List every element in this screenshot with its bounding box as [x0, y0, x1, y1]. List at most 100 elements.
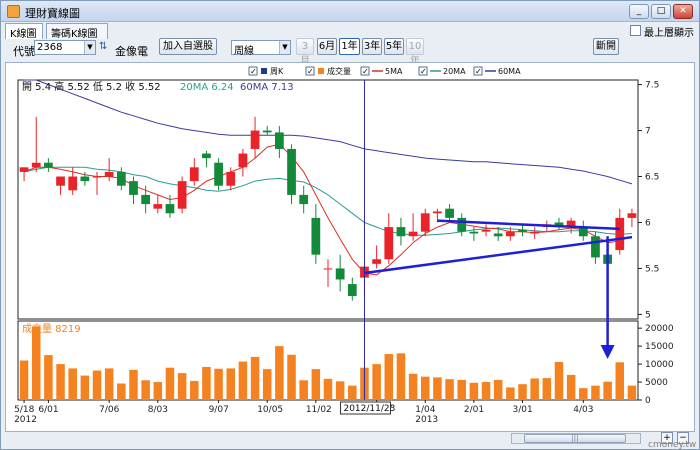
legend-swatch-周K: [261, 68, 267, 74]
period-combo[interactable]: 周線 ▼: [231, 40, 291, 57]
volume-bar: [117, 383, 126, 400]
volume-bar: [603, 381, 612, 400]
legend-check-icon: ✓: [420, 67, 427, 76]
scrollbar-thumb[interactable]: |||: [524, 434, 626, 443]
volume-bar: [190, 380, 199, 400]
candle-body[interactable]: [141, 194, 151, 205]
candle-body[interactable]: [347, 284, 357, 297]
price-tick-label: 7.5: [645, 81, 659, 91]
candle-body[interactable]: [104, 171, 114, 177]
volume-bar: [335, 381, 345, 400]
legend-check-icon: ✓: [307, 67, 314, 76]
candle-body[interactable]: [238, 153, 248, 168]
candle-body[interactable]: [274, 132, 284, 149]
volume-bar: [445, 379, 454, 400]
candle-body[interactable]: [165, 204, 175, 214]
topmost-label: 最上層顯示: [644, 28, 694, 39]
x-tick-label: 1/04: [415, 405, 435, 415]
candle-body[interactable]: [420, 213, 430, 232]
candle-body[interactable]: [214, 162, 223, 186]
volume-tick-label: 10000: [645, 360, 674, 370]
range-button-5年[interactable]: 5年: [384, 38, 404, 55]
candle-body[interactable]: [153, 204, 163, 209]
range-button-1年[interactable]: 1年: [339, 38, 360, 55]
candle-body[interactable]: [226, 171, 236, 186]
candle-body[interactable]: [469, 231, 479, 234]
link-toggle-button[interactable]: 斷開: [593, 38, 619, 55]
candle-body[interactable]: [323, 268, 333, 270]
candle-body[interactable]: [445, 208, 454, 218]
volume-readout: 成交量 8219: [22, 322, 81, 335]
candle-body[interactable]: [19, 167, 29, 172]
candle-body[interactable]: [56, 176, 65, 186]
volume-bar: [226, 368, 235, 400]
title-bar: 理財寶線圖 _ □ ✕: [1, 1, 699, 22]
tab-chip-kline[interactable]: 籌碼K線圖: [46, 23, 108, 40]
candle-body[interactable]: [299, 194, 309, 205]
window-title: 理財寶線圖: [25, 7, 80, 20]
candle-body[interactable]: [408, 231, 418, 237]
x-year-label: 2012: [14, 415, 37, 425]
candle-body[interactable]: [31, 162, 41, 168]
watermark: cmoney.tw: [648, 440, 697, 450]
add-watchlist-button[interactable]: 加入自選股: [159, 38, 217, 55]
volume-bar: [372, 364, 381, 400]
candle-body[interactable]: [433, 211, 442, 214]
candle-body[interactable]: [481, 229, 491, 232]
volume-bar: [481, 382, 491, 400]
candle-body[interactable]: [335, 268, 345, 280]
volume-bar: [457, 379, 466, 400]
x-tick-label: 6/01: [38, 405, 58, 415]
candle-body[interactable]: [311, 217, 321, 255]
candle-body[interactable]: [530, 231, 540, 234]
candle-body[interactable]: [505, 231, 515, 237]
volume-bar: [408, 373, 418, 400]
candle-body[interactable]: [627, 213, 637, 218]
candle-body[interactable]: [92, 176, 102, 178]
candle-body[interactable]: [518, 229, 527, 232]
range-button-3年[interactable]: 3年: [362, 38, 382, 55]
candle-body[interactable]: [202, 153, 211, 159]
price-tick-label: 6: [645, 218, 651, 228]
price-volume-chart[interactable]: ✓ 周K ✓ 成交量 ✓ 5MA ✓ 20MA ✓ 60MA 7.5 7 6.5 6 5.5 5 20000 15…: [6, 63, 696, 433]
price-tick-label: 5: [645, 310, 651, 320]
candle-body[interactable]: [177, 181, 187, 209]
range-button-10年[interactable]: 10年: [406, 38, 424, 67]
volume-tick-label: 5000: [645, 378, 668, 388]
candle-body[interactable]: [68, 176, 78, 191]
stock-code-combo[interactable]: 2368 ▼: [34, 40, 96, 55]
candle-body[interactable]: [44, 162, 53, 168]
candle-body[interactable]: [287, 148, 296, 195]
candle-body[interactable]: [129, 181, 138, 195]
chevron-down-icon[interactable]: ▼: [84, 41, 95, 54]
candle-body[interactable]: [615, 217, 625, 251]
candle-body[interactable]: [80, 176, 90, 182]
stock-name: 金像電: [115, 45, 148, 58]
legend-label-成交量: 成交量: [327, 66, 351, 76]
lookup-icon[interactable]: ⇅: [99, 41, 111, 53]
topmost-checkbox[interactable]: [630, 25, 641, 36]
tab-kline[interactable]: K線圖: [5, 23, 43, 40]
candle-body[interactable]: [250, 130, 260, 149]
candle-body[interactable]: [591, 236, 600, 258]
candle-body[interactable]: [372, 259, 382, 264]
close-button[interactable]: ✕: [673, 4, 693, 19]
horizontal-scrollbar[interactable]: |||: [511, 433, 641, 444]
maximize-button[interactable]: □: [651, 4, 671, 19]
candle-body[interactable]: [189, 167, 199, 182]
candle-body[interactable]: [262, 130, 272, 133]
legend-check-icon: ✓: [250, 67, 257, 76]
range-button-3月[interactable]: 3月: [296, 38, 314, 67]
candle-body[interactable]: [116, 171, 126, 186]
candle-body[interactable]: [384, 227, 394, 260]
range-button-6月[interactable]: 6月: [317, 38, 337, 55]
candle-body[interactable]: [493, 233, 503, 237]
chevron-down-icon[interactable]: ▼: [279, 41, 290, 54]
minimize-button[interactable]: _: [629, 4, 649, 19]
stock-code-value: 2368: [37, 42, 63, 53]
candle-body[interactable]: [457, 217, 467, 232]
volume-bar: [250, 356, 260, 400]
legend-label-60MA: 60MA: [498, 67, 521, 76]
volume-bar: [19, 360, 29, 400]
candle-body[interactable]: [396, 227, 406, 237]
